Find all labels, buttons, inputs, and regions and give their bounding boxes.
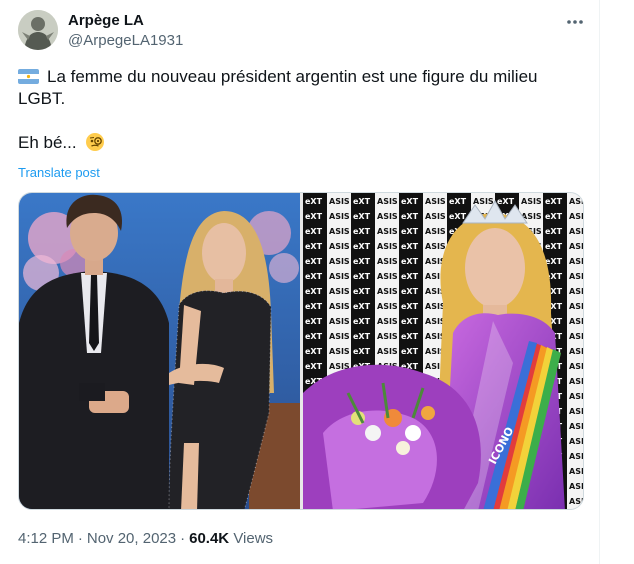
photo-couple[interactable] bbox=[19, 193, 300, 509]
photo-pageant-image: eXT ASIS bbox=[303, 193, 583, 509]
argentina-flag-icon bbox=[18, 69, 39, 84]
tweet-card: Arpège LA @ArpegeLA1931 La femme du nouv… bbox=[0, 0, 600, 564]
views-count: 60.4K bbox=[189, 530, 230, 547]
page-right-gutter bbox=[600, 0, 634, 564]
tweet-text-content: La femme du nouveau président argentin e… bbox=[18, 67, 538, 108]
media-grid: eXT ASIS bbox=[18, 192, 584, 510]
meta-separator: · bbox=[77, 530, 83, 547]
face-with-monocle-icon bbox=[85, 133, 104, 151]
tweet-time: 4:12 PM bbox=[18, 530, 74, 547]
translate-post-link[interactable]: Translate post bbox=[18, 165, 100, 180]
tweet-text-eh-be: Eh bé... bbox=[18, 133, 77, 152]
more-dots-icon bbox=[567, 20, 583, 24]
photo-pageant[interactable]: eXT ASIS bbox=[303, 193, 583, 509]
author-handle[interactable]: @ArpegeLA1931 bbox=[68, 32, 183, 49]
tweet-text-line-2: Eh bé... bbox=[18, 132, 578, 154]
more-options-button[interactable] bbox=[562, 12, 588, 32]
tweet-text-spacer bbox=[18, 110, 578, 132]
author-display-name[interactable]: Arpège LA bbox=[68, 12, 144, 29]
views-label: Views bbox=[233, 530, 274, 547]
tweet-text-line-1: La femme du nouveau président argentin e… bbox=[18, 66, 578, 110]
tweet-text: La femme du nouveau président argentin e… bbox=[18, 66, 578, 154]
tweet-timestamp[interactable]: 4:12 PM · Nov 20, 2023 bbox=[18, 530, 176, 547]
tweet-meta: 4:12 PM · Nov 20, 2023 · 60.4K Views bbox=[18, 530, 273, 547]
author-avatar[interactable] bbox=[18, 10, 58, 50]
tweet-date: Nov 20, 2023 bbox=[86, 530, 177, 547]
meta-separator-2: · bbox=[180, 530, 186, 547]
avatar-image bbox=[18, 10, 58, 50]
photo-couple-image bbox=[19, 193, 300, 509]
